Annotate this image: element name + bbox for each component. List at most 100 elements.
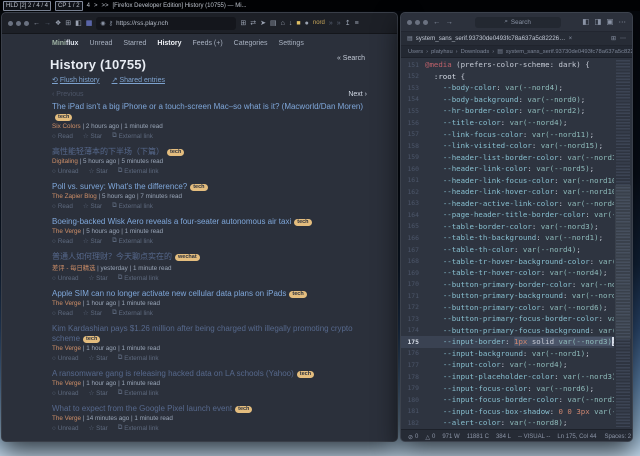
code-line[interactable]: 158 --link-visited-color: var(--nord15); (401, 140, 614, 152)
code-line[interactable]: 168 --table-tr-hover-background-color: v… (401, 255, 614, 267)
external-link-button[interactable]: ⧉External link (118, 354, 159, 362)
toggle-read-button[interactable]: ○Unread (52, 274, 78, 282)
external-link-button[interactable]: ⧉External link (112, 309, 153, 317)
panel-right-icon[interactable]: ▣ (606, 18, 613, 26)
more-options-icon[interactable]: ⋯ (619, 18, 627, 26)
code-line[interactable]: 156 --title-color: var(--nord4); (401, 117, 614, 129)
external-link-button[interactable]: ⧉External link (112, 237, 153, 245)
entry-title-link[interactable]: 高性能轻薄本的下半场（下篇） (52, 147, 164, 156)
history-forward-icon[interactable]: → (446, 18, 454, 26)
next-page-link[interactable]: Next › (348, 91, 367, 98)
minimize-window-button[interactable] (415, 20, 420, 25)
nav-item-starred[interactable]: Starred (123, 40, 146, 47)
close-tab-icon[interactable]: × (569, 36, 573, 42)
close-window-button[interactable] (407, 20, 412, 25)
toggle-read-button[interactable]: ○Read (52, 309, 73, 317)
container-tab-icon[interactable]: ■ (296, 20, 300, 27)
history-back-icon[interactable]: ← (433, 18, 441, 26)
translate-icon[interactable]: ⇄ (250, 20, 256, 27)
minimap-viewport[interactable] (615, 185, 631, 339)
feed-link[interactable]: The Verge (52, 415, 81, 422)
breadcrumb-item[interactable]: system_sans_serif.93730de0493fc78a637a5c… (506, 49, 632, 55)
nav-item-categories[interactable]: Categories (234, 40, 268, 47)
external-link-button[interactable]: ⧉External link (112, 132, 153, 140)
entry-title-link[interactable]: Apple SIM can no longer activate new cel… (52, 289, 286, 298)
code-line[interactable]: 154 --body-background: var(--nord0); (401, 94, 614, 106)
code-line[interactable]: 162 --header-link-hover-color: var(--nor… (401, 186, 614, 198)
category-badge[interactable]: tech (167, 149, 184, 156)
star-button[interactable]: ☆Star (88, 389, 107, 397)
code-line[interactable]: 169 --table-tr-hover-color: var(--nord4)… (401, 267, 614, 279)
code-line[interactable]: 172 --button-primary-color: var(--nord6)… (401, 301, 614, 313)
toggle-read-button[interactable]: ○Read (52, 132, 73, 140)
category-badge[interactable]: tech (235, 406, 252, 413)
category-badge[interactable]: tech (294, 219, 311, 226)
tab-grid-icon[interactable]: ⊞ (240, 20, 246, 27)
code-line[interactable]: 166 --table-th-background: var(--nord1); (401, 232, 614, 244)
zoom-window-button[interactable] (24, 21, 29, 26)
code-line[interactable]: 178 --input-placeholder-color: var(--nor… (401, 371, 614, 383)
breadcrumb-item[interactable]: platyhsu (431, 49, 453, 55)
code-line[interactable]: 171 --button-primary-background: var(--n… (401, 290, 614, 302)
feed-link[interactable]: The Zapier Blog (52, 193, 97, 200)
downloads-icon[interactable]: ↓ (289, 20, 293, 27)
close-window-button[interactable] (8, 21, 13, 26)
zoom-window-button[interactable] (423, 20, 428, 25)
forward-icon[interactable]: → (44, 20, 51, 27)
feed-link[interactable]: The Verge (52, 300, 81, 307)
indent-setting[interactable]: Spaces: 2 (604, 434, 631, 440)
tab-overflow-icon[interactable]: ⋯ (620, 36, 626, 42)
star-button[interactable]: ☆Star (88, 167, 107, 175)
toggle-read-button[interactable]: ○Unread (52, 354, 78, 362)
nav-item-history[interactable]: History (157, 40, 181, 47)
external-link-button[interactable]: ⧉External link (118, 424, 159, 432)
code-line[interactable]: 157 --link-focus-color: var(--nord11); (401, 128, 614, 140)
star-button[interactable]: ☆Star (83, 132, 102, 140)
code-line[interactable]: 163 --header-active-link-color: var(--no… (401, 198, 614, 210)
external-link-button[interactable]: ⧉External link (112, 202, 153, 210)
external-link-button[interactable]: ⧉External link (118, 274, 159, 282)
menu-icon[interactable]: ≡ (355, 20, 359, 27)
code-line[interactable]: 170 --button-primary-border-color: var(-… (401, 278, 614, 290)
cursor-position[interactable]: Ln 175, Col 44 (557, 434, 596, 440)
reader-view-icon[interactable]: ▤ (270, 20, 277, 27)
previous-page-link[interactable]: ‹ Previous (52, 91, 84, 98)
category-badge[interactable]: tech (190, 184, 207, 191)
extensions-chevron-icon[interactable]: » (337, 20, 341, 27)
nav-item-feeds[interactable]: Feeds (+) (193, 40, 223, 47)
search-toggle[interactable]: « Search (337, 55, 365, 62)
code-line[interactable]: 152 :root { (401, 71, 614, 83)
feed-link[interactable]: The Verge (52, 345, 81, 352)
panel-bottom-icon[interactable]: ◨ (594, 18, 601, 26)
star-button[interactable]: ☆Star (83, 309, 102, 317)
minimap[interactable] (616, 60, 630, 427)
code-line[interactable]: 177 --input-color: var(--nord4); (401, 359, 614, 371)
entry-title-link[interactable]: The iPad isn't a big iPhone or a touch-s… (52, 102, 363, 111)
feed-link[interactable]: The Verge (52, 228, 81, 235)
code-line[interactable]: 179 --input-focus-color: var(--nord6); (401, 382, 614, 394)
code-line[interactable]: 165 --table-border-color: var(--nord3); (401, 221, 614, 233)
external-link-button[interactable]: ⧉External link (118, 389, 159, 397)
feed-link[interactable]: Six Colors (52, 123, 81, 130)
code-line[interactable]: 175 --input-border: 1px solid var(--nord… (401, 336, 614, 348)
category-badge[interactable]: wechat (175, 254, 200, 261)
breadcrumb-item[interactable]: Downloads (461, 49, 490, 55)
back-icon[interactable]: ← (33, 20, 40, 27)
code-line[interactable]: 160 --header-link-color: var(--nord5); (401, 163, 614, 175)
entry-title-link[interactable]: A ransomware gang is releasing hacked da… (52, 369, 294, 378)
feed-link[interactable]: Digitaling (52, 158, 78, 165)
tab-filename[interactable]: system_sans_serif.93730de0493fc78a637a5c… (416, 35, 566, 42)
entry-title-link[interactable]: Poll vs. survey: What's the difference? (52, 182, 187, 191)
code-line[interactable]: 167 --table-th-color: var(--nord4); (401, 244, 614, 256)
toggle-read-button[interactable]: ○Read (52, 237, 73, 245)
toggle-read-button[interactable]: ○Unread (52, 389, 78, 397)
home-icon[interactable]: ⌂ (281, 20, 285, 27)
star-button[interactable]: ☆Star (88, 424, 107, 432)
extension-a-icon[interactable]: ❖ (55, 20, 61, 27)
code-line[interactable]: 173 --button-primary-focus-border-color:… (401, 313, 614, 325)
miniflux-logo[interactable]: Miniflux (52, 40, 78, 47)
star-button[interactable]: ☆Star (88, 274, 107, 282)
star-button[interactable]: ☆Star (83, 202, 102, 210)
code-line[interactable]: 176 --input-background: var(--nord1); (401, 348, 614, 360)
account-avatar-icon[interactable]: ● (305, 20, 309, 27)
